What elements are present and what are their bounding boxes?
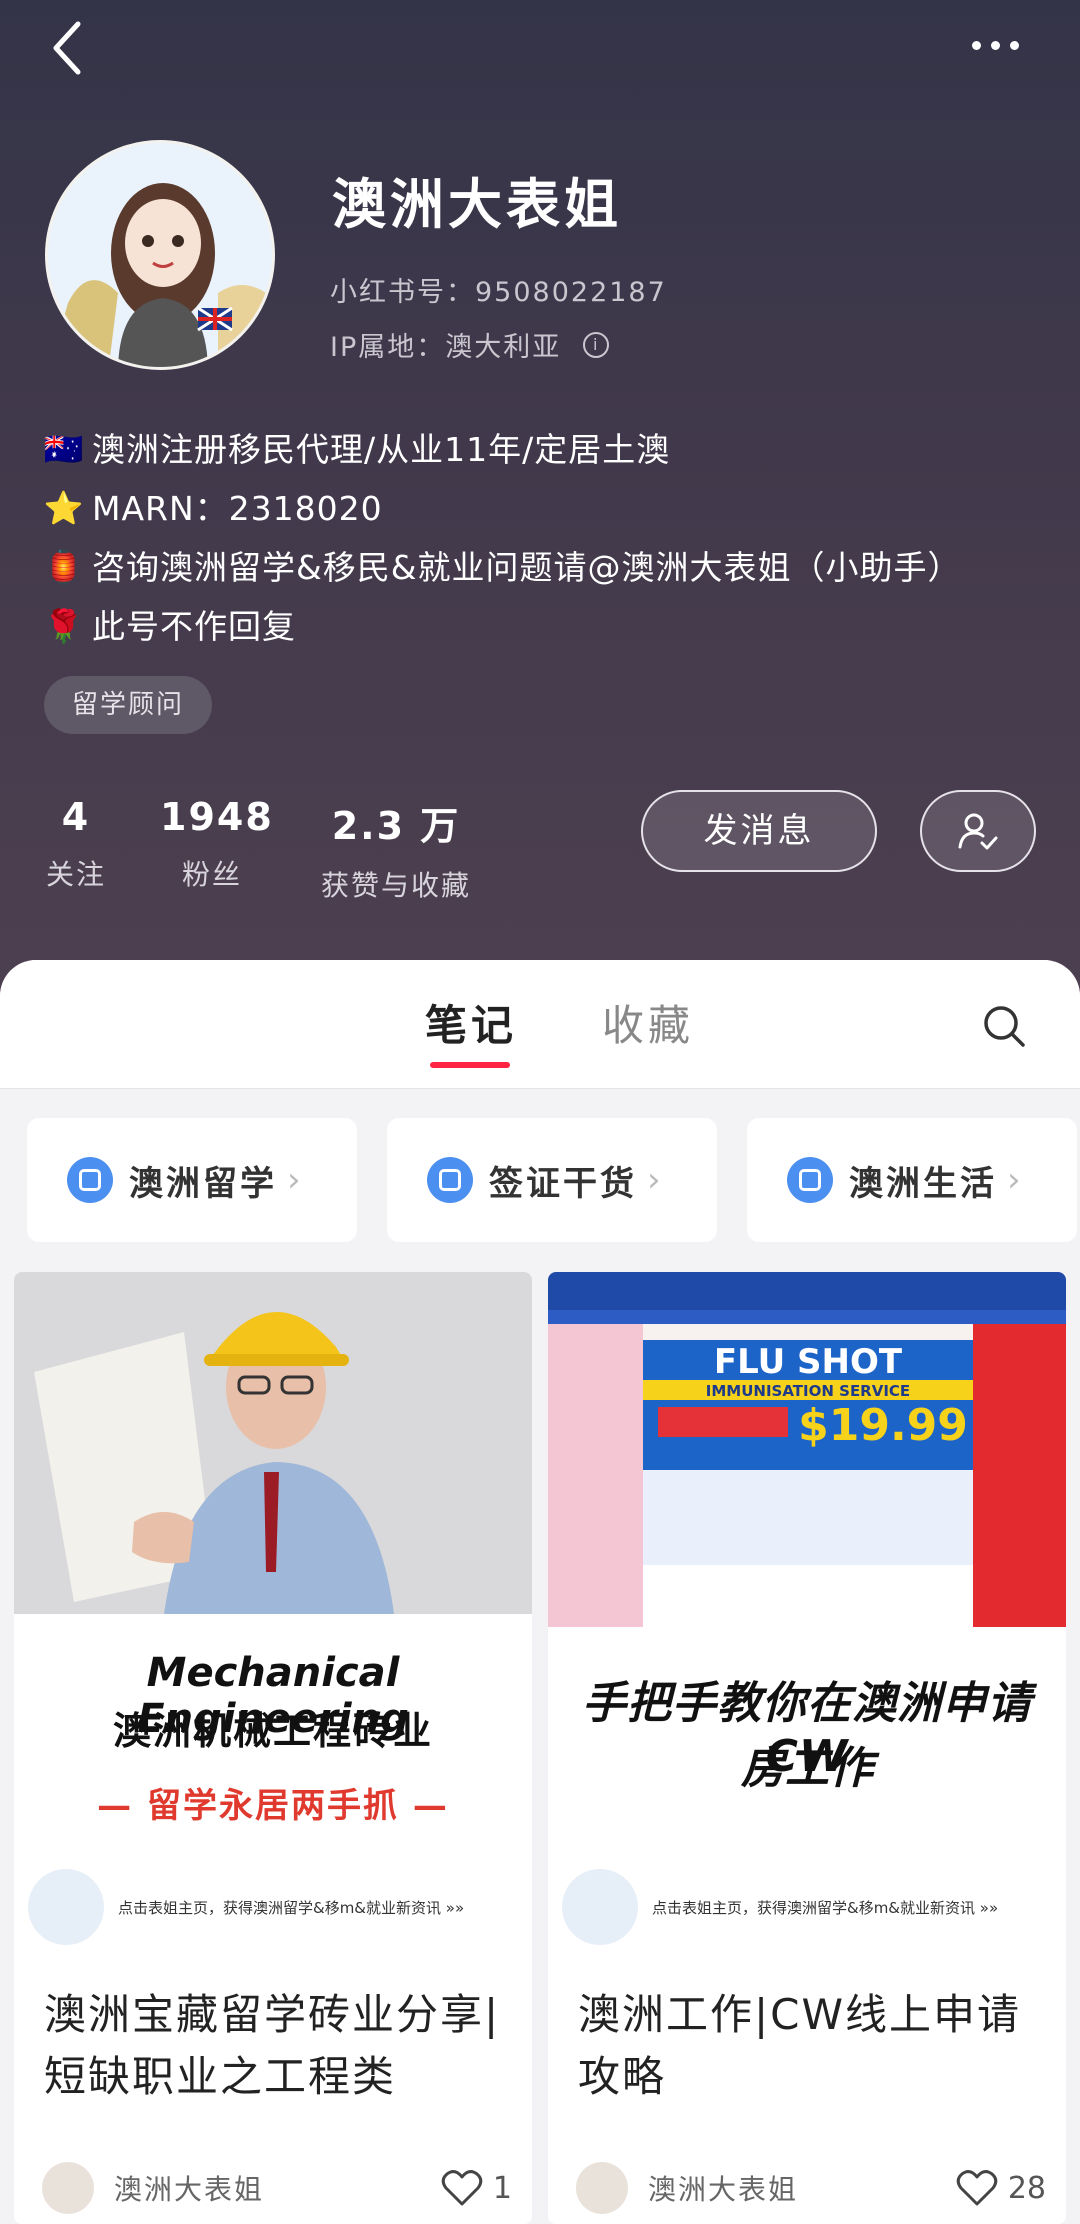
cover-banner-sub: IMMUNISATION SERVICE (705, 1382, 911, 1400)
cover-promo: 点击表姐主页，获得澳洲留学&移m&就业新资讯 »» (562, 1867, 1052, 1947)
chip-label: 签证干货 (489, 1163, 637, 1204)
chevron-right-icon: › (1007, 1160, 1021, 1200)
stat-value: 4 (61, 795, 91, 839)
stat-value: 1948 (160, 795, 274, 839)
chip-label: 澳洲留学 (129, 1163, 277, 1204)
rose-icon: 🌹 (43, 607, 85, 645)
info-icon[interactable]: i (583, 331, 610, 358)
stat-value: 2.3 万 (331, 804, 461, 848)
stat-label: 粉丝 (181, 858, 242, 891)
note-card[interactable]: FLU SHOT IMMUNISATION SERVICE $19.99 手把手… (548, 1272, 1066, 2224)
note-cover: FLU SHOT IMMUNISATION SERVICE $19.99 手把手… (548, 1272, 1066, 1852)
stat-label: 关注 (45, 858, 106, 891)
follow-button[interactable] (920, 790, 1036, 872)
author-avatar[interactable] (576, 2162, 628, 2214)
avatar[interactable] (45, 140, 275, 370)
star-icon: ⭐ (43, 489, 85, 527)
bio-line: ⭐ MARN：2318020 (42, 479, 961, 538)
note-title: 澳洲宝藏留学砖业分享|短缺职业之工程类 (44, 1990, 501, 2101)
back-icon[interactable] (48, 18, 88, 78)
promo-avatar (562, 1869, 638, 1945)
note-footer: 澳洲大表姐 1 (42, 2160, 512, 2216)
cover-promo: 点击表姐主页，获得澳洲留学&移m&就业新资讯 »» (28, 1867, 518, 1947)
author-name[interactable]: 澳洲大表姐 (648, 2168, 956, 2208)
profile-header: 澳洲大表姐 小红书号：9508022187 IP属地：澳大利亚 i 🇦🇺 澳洲注册… (0, 0, 1080, 1000)
note-footer: 澳洲大表姐 28 (576, 2160, 1046, 2216)
heart-icon (956, 2170, 998, 2206)
cover-heading-2: 房工作 (741, 1743, 873, 1794)
album-icon (787, 1157, 833, 1203)
flag-australia-icon: 🇦🇺 (43, 430, 85, 468)
cover-price: $19.99 (798, 1400, 968, 1451)
note-card[interactable]: Mechanical Engineering 澳洲机械工程砖业 — 留学永居两手… (14, 1272, 532, 2224)
collection-chip[interactable]: 澳洲留学 › (27, 1118, 357, 1242)
stat-following[interactable]: 4 关注 (44, 795, 108, 893)
bio-text[interactable]: 咨询澳洲留学&移民&就业问题请@澳洲大表姐（小助手） (92, 538, 961, 597)
ip-location: IP属地：澳大利亚 i (330, 325, 610, 364)
like-count: 1 (492, 2170, 512, 2206)
collection-chip[interactable]: 签证干货 › (387, 1118, 717, 1242)
author-name[interactable]: 澳洲大表姐 (114, 2168, 441, 2208)
bio-text: 此号不作回复 (92, 607, 296, 646)
like-count: 28 (1007, 2170, 1046, 2206)
bio-line: 🌹 此号不作回复 (42, 597, 961, 656)
ip-location-text: IP属地：澳大利亚 (330, 332, 562, 363)
tab-indicator (430, 1062, 510, 1068)
like-button[interactable]: 28 (956, 2169, 1046, 2207)
promo-text: 点击表姐主页，获得澳洲留学&移m&就业新资讯 »» (652, 1898, 999, 1917)
content-panel: 笔记 收藏 澳洲留学 › 签证干货 › 澳洲生活 › Mechanical En… (0, 960, 1080, 2224)
collection-chip[interactable]: 澳洲生活 › (747, 1118, 1077, 1242)
user-check-icon (958, 813, 998, 850)
collection-chips: 澳洲留学 › 签证干货 › 澳洲生活 › (27, 1118, 1077, 1242)
profile-name: 澳洲大表姐 (332, 173, 622, 236)
chevron-right-icon: › (647, 1160, 661, 1200)
album-icon (427, 1157, 473, 1203)
cover-banner: FLU SHOT (713, 1342, 903, 1382)
bio-text: 澳洲注册移民代理/从业11年/定居土澳 (92, 430, 671, 469)
tab-bar: 笔记 收藏 (0, 960, 1080, 1089)
bio: 🇦🇺 澳洲注册移民代理/从业11年/定居土澳 ⭐ MARN：2318020 🏮 咨询澳… (42, 420, 961, 656)
search-icon[interactable] (982, 1004, 1026, 1048)
send-message-button[interactable]: 发消息 (641, 790, 877, 872)
author-avatar[interactable] (42, 2162, 94, 2214)
note-cover: Mechanical Engineering 澳洲机械工程砖业 — 留学永居两手… (14, 1272, 532, 1852)
bio-line: 🇦🇺 澳洲注册移民代理/从业11年/定居土澳 (42, 420, 961, 479)
profile-tag[interactable]: 留学顾问 (44, 676, 213, 734)
stat-label: 获赞与收藏 (320, 869, 471, 902)
chevron-right-icon: › (287, 1160, 301, 1200)
cover-subtitle: — 留学永居两手抓 — (97, 1786, 449, 1826)
like-button[interactable]: 1 (441, 2169, 512, 2207)
stat-likes[interactable]: 2.3 万 获赞与收藏 (314, 795, 478, 904)
promo-text: 点击表姐主页，获得澳洲留学&移m&就业新资讯 »» (118, 1898, 465, 1917)
red-id[interactable]: 小红书号：9508022187 (330, 270, 667, 309)
cover-heading-cn: 澳洲机械工程砖业 (112, 1709, 433, 1753)
promo-avatar (28, 1869, 104, 1945)
tab-collections[interactable]: 收藏 (602, 992, 694, 1053)
cover-photo (14, 1272, 532, 1614)
note-title: 澳洲工作|CW线上申请攻略 (578, 1990, 1022, 2101)
stat-followers[interactable]: 1948 粉丝 (160, 795, 274, 893)
lantern-icon: 🏮 (43, 548, 85, 586)
tab-notes[interactable]: 笔记 (425, 992, 517, 1053)
more-icon[interactable] (972, 30, 1032, 60)
chip-label: 澳洲生活 (849, 1163, 997, 1204)
album-icon (67, 1157, 113, 1203)
bio-line: 🏮 咨询澳洲留学&移民&就业问题请@澳洲大表姐（小助手） (42, 538, 961, 597)
heart-icon (441, 2170, 483, 2206)
bio-text: MARN：2318020 (92, 489, 383, 528)
